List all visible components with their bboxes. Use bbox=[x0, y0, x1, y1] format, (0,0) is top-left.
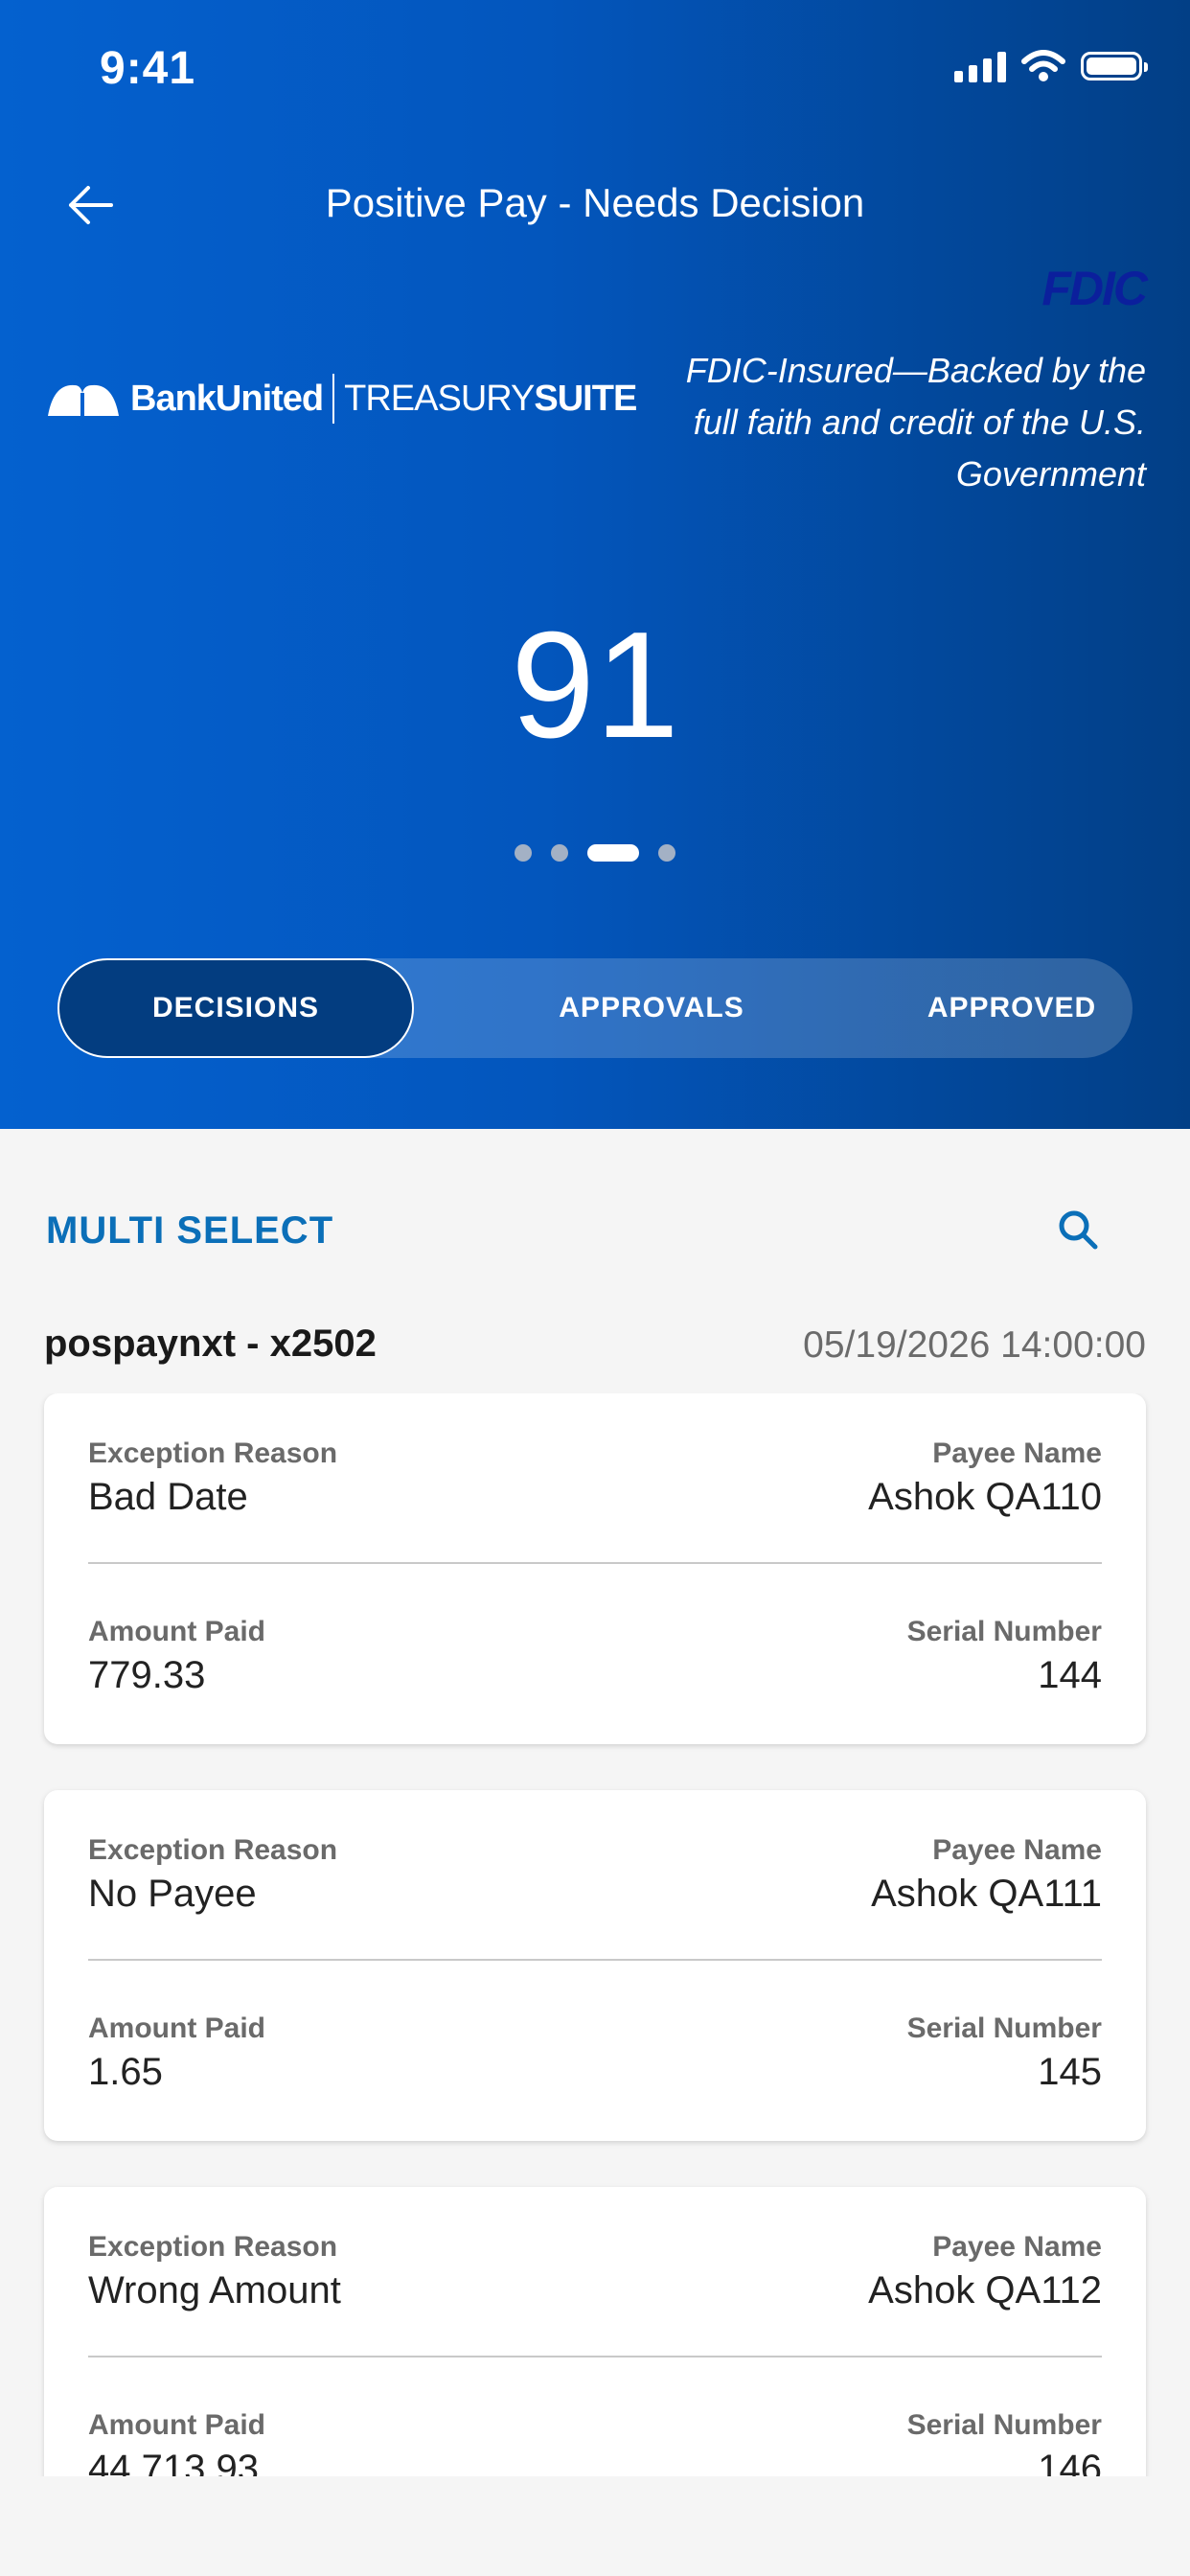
carousel-dot[interactable] bbox=[658, 844, 675, 862]
payee-name-label: Payee Name bbox=[932, 1438, 1102, 1469]
bottom-safe-area bbox=[0, 2476, 1190, 2576]
exception-reason-value: Wrong Amount bbox=[88, 2269, 341, 2312]
serial-number-value: 144 bbox=[1038, 1654, 1102, 1696]
amount-paid-value: 44,713.93 bbox=[88, 2448, 259, 2476]
search-icon[interactable] bbox=[1054, 1206, 1102, 1254]
serial-number-label: Serial Number bbox=[906, 1616, 1102, 1647]
tab-approvals[interactable]: APPROVALS bbox=[469, 958, 834, 1058]
exception-reason-label: Exception Reason bbox=[88, 2231, 338, 2263]
brand-suite: SUITE bbox=[534, 378, 637, 419]
header-banner: 9:41 Positive Pay - Needs Decision FDIC … bbox=[0, 0, 1190, 1129]
exception-reason-value: Bad Date bbox=[88, 1476, 248, 1518]
serial-number-value: 146 bbox=[1038, 2448, 1102, 2476]
payee-name-value: Ashok QA111 bbox=[871, 1873, 1102, 1915]
fdic-logo: FDIC bbox=[1041, 262, 1148, 315]
serial-number-label: Serial Number bbox=[906, 2012, 1102, 2044]
bankunited-logo: BankUnited TREASURY SUITE bbox=[46, 374, 637, 424]
payee-name-value: Ashok QA112 bbox=[868, 2269, 1102, 2312]
carousel-dot[interactable] bbox=[515, 844, 532, 862]
amount-paid-label: Amount Paid bbox=[88, 2012, 265, 2044]
segmented-tabs: DECISIONS APPROVALS APPROVED bbox=[57, 958, 1133, 1058]
carousel-dots[interactable] bbox=[0, 844, 1190, 862]
serial-number-value: 145 bbox=[1038, 2051, 1102, 2093]
amount-paid-value: 779.33 bbox=[88, 1654, 206, 1696]
card-divider bbox=[88, 1562, 1102, 1564]
account-datetime: 05/19/2026 14:00:00 bbox=[803, 1324, 1146, 1366]
exception-list: Exception Reason Bad Date Payee Name Ash… bbox=[0, 1393, 1190, 2476]
exception-card[interactable]: Exception Reason Wrong Amount Payee Name… bbox=[44, 2187, 1146, 2476]
tab-decisions[interactable]: DECISIONS bbox=[57, 958, 414, 1058]
decision-count: 91 bbox=[511, 601, 679, 770]
carousel-dot[interactable] bbox=[551, 844, 568, 862]
signal-icon bbox=[954, 50, 1006, 82]
exception-card[interactable]: Exception Reason No Payee Payee Name Ash… bbox=[44, 1790, 1146, 2141]
payee-name-label: Payee Name bbox=[932, 2231, 1102, 2263]
bankunited-mark-icon bbox=[48, 384, 119, 418]
brand-treasury: TREASURY bbox=[344, 378, 535, 419]
fdic-disclaimer: FDIC-Insured—Backed by the full faith an… bbox=[685, 351, 1146, 494]
account-name: pospaynxt - x2502 bbox=[44, 1322, 377, 1365]
page-title: Positive Pay - Needs Decision bbox=[325, 180, 865, 225]
status-icons bbox=[954, 50, 1148, 82]
carousel-dot-active[interactable] bbox=[587, 844, 639, 862]
battery-icon bbox=[1081, 52, 1148, 80]
payee-name-value: Ashok QA110 bbox=[868, 1476, 1102, 1518]
amount-paid-label: Amount Paid bbox=[88, 1616, 265, 1647]
payee-name-label: Payee Name bbox=[932, 1834, 1102, 1866]
serial-number-label: Serial Number bbox=[906, 2409, 1102, 2441]
brand-divider bbox=[332, 374, 335, 424]
card-divider bbox=[88, 1959, 1102, 1961]
tab-approved[interactable]: APPROVED bbox=[834, 958, 1190, 1058]
exception-reason-label: Exception Reason bbox=[88, 1834, 338, 1866]
multi-select-button[interactable]: MULTI SELECT bbox=[46, 1209, 333, 1253]
exception-reason-label: Exception Reason bbox=[88, 1438, 338, 1469]
amount-paid-label: Amount Paid bbox=[88, 2409, 265, 2441]
status-time: 9:41 bbox=[100, 43, 196, 94]
exception-reason-value: No Payee bbox=[88, 1873, 257, 1915]
amount-paid-value: 1.65 bbox=[88, 2051, 163, 2093]
card-divider bbox=[88, 2356, 1102, 2358]
brand-bank: BankUnited bbox=[130, 378, 324, 419]
wifi-icon bbox=[1021, 50, 1065, 81]
exception-card[interactable]: Exception Reason Bad Date Payee Name Ash… bbox=[44, 1393, 1146, 1744]
